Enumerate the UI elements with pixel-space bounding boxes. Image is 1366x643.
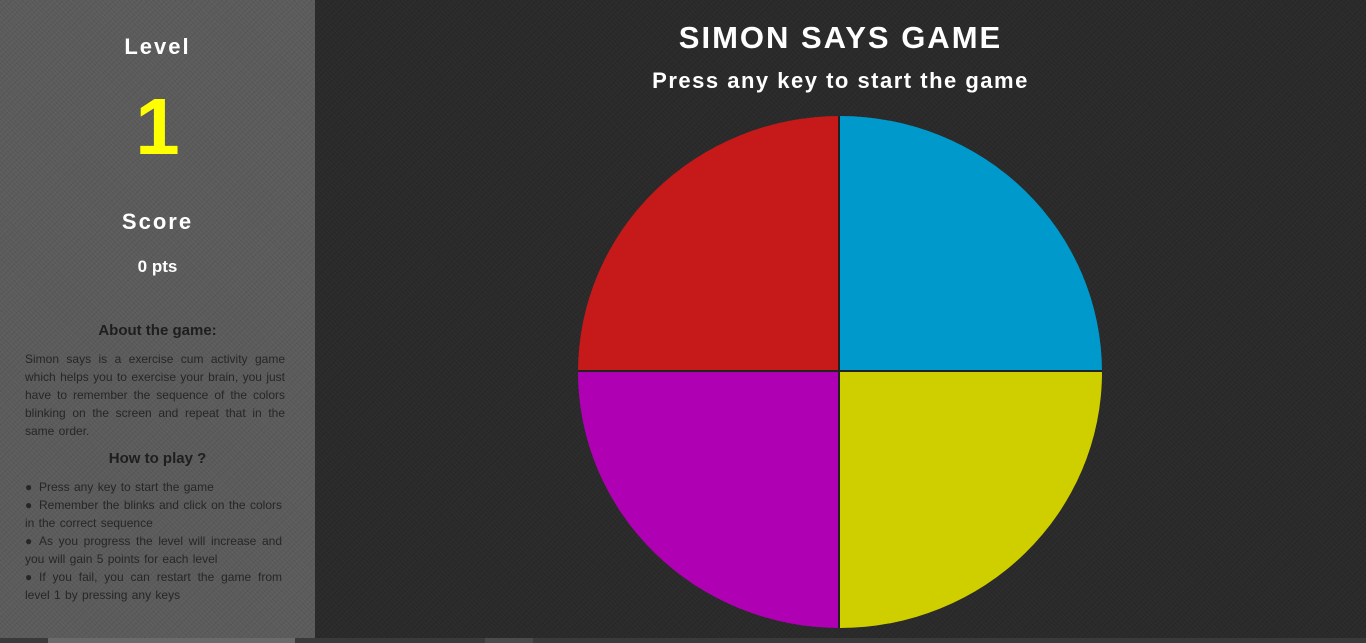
howto-item-text: Remember the blinks and click on the col… (25, 498, 282, 530)
game-subtitle: Press any key to start the game (652, 68, 1029, 93)
red-button[interactable] (578, 116, 840, 372)
level-value: 1 (135, 82, 180, 171)
bullet-icon: ● (25, 498, 33, 512)
scrollbar-segment (485, 638, 533, 643)
simon-board (578, 116, 1102, 628)
score-label: Score (121, 209, 194, 234)
howto-item: ● As you progress the level will increase… (25, 532, 282, 568)
howto-item: ● Press any key to start the game (25, 478, 282, 496)
howto-item-text: If you fail, you can restart the game fr… (25, 570, 282, 602)
level-label: Level (124, 34, 191, 59)
game-title: SIMON SAYS GAME (678, 20, 1003, 55)
bullet-icon: ● (25, 570, 33, 584)
howto-item-text: Press any key to start the game (39, 480, 214, 494)
about-title: About the game: (98, 322, 217, 339)
sidebar: Level 1 Score 0 pts About the game: Simo… (0, 0, 315, 643)
blue-button[interactable] (840, 116, 1102, 372)
howto-item-text: As you progress the level will increase … (25, 534, 282, 566)
scrollbar-thumb[interactable] (48, 638, 295, 643)
howto-item: ● If you fail, you can restart the game f… (25, 568, 282, 604)
howto-item: ● Remember the blinks and click on the co… (25, 496, 282, 532)
howto-list: ● Press any key to start the game ● Rememb… (25, 478, 282, 604)
bullet-icon: ● (25, 534, 33, 548)
yellow-button[interactable] (840, 372, 1102, 628)
score-value: 0 pts (137, 257, 178, 276)
bottom-scrollbar[interactable] (0, 638, 1366, 643)
purple-button[interactable] (578, 372, 840, 628)
howto-title: How to play ? (108, 450, 207, 467)
bullet-icon: ● (25, 480, 33, 494)
about-text: Simon says is a exercise cum activity ga… (25, 352, 285, 438)
